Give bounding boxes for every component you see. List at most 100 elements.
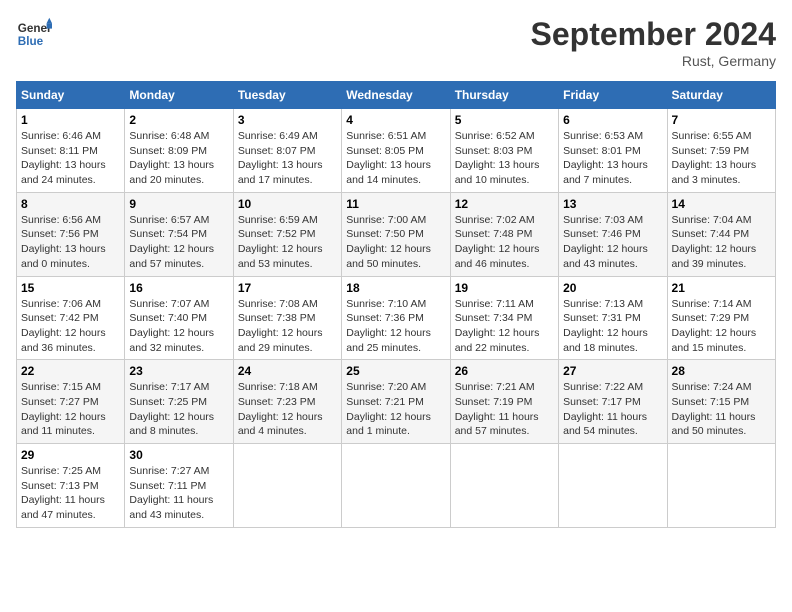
calendar-week-1: 1Sunrise: 6:46 AMSunset: 8:11 PMDaylight… bbox=[17, 109, 776, 193]
day-info: Sunrise: 7:14 AMSunset: 7:29 PMDaylight:… bbox=[672, 297, 771, 356]
calendar-cell: 29Sunrise: 7:25 AMSunset: 7:13 PMDayligh… bbox=[17, 444, 125, 528]
day-number: 24 bbox=[238, 364, 337, 378]
day-info: Sunrise: 7:08 AMSunset: 7:38 PMDaylight:… bbox=[238, 297, 337, 356]
day-info: Sunrise: 7:24 AMSunset: 7:15 PMDaylight:… bbox=[672, 380, 771, 439]
calendar-cell: 21 Sunrise: 7:14 AMSunset: 7:29 PMDayligh… bbox=[667, 276, 775, 360]
day-number: 6 bbox=[563, 113, 662, 127]
calendar-cell: 16 Sunrise: 7:07 AMSunset: 7:40 PMDayligh… bbox=[125, 276, 233, 360]
day-info: Sunrise: 7:02 AMSunset: 7:48 PMDaylight:… bbox=[455, 213, 554, 272]
weekday-header-sunday: Sunday bbox=[17, 82, 125, 109]
calendar-cell bbox=[233, 444, 341, 528]
calendar-cell: 10 Sunrise: 6:59 AMSunset: 7:52 PMDayligh… bbox=[233, 192, 341, 276]
svg-text:Blue: Blue bbox=[18, 35, 44, 48]
calendar-cell: 2 Sunrise: 6:48 AMSunset: 8:09 PMDaylight… bbox=[125, 109, 233, 193]
day-number: 25 bbox=[346, 364, 445, 378]
calendar-cell: 8 Sunrise: 6:56 AMSunset: 7:56 PMDaylight… bbox=[17, 192, 125, 276]
day-info: Sunrise: 7:18 AMSunset: 7:23 PMDaylight:… bbox=[238, 380, 337, 439]
calendar-cell: 20 Sunrise: 7:13 AMSunset: 7:31 PMDayligh… bbox=[559, 276, 667, 360]
day-number: 11 bbox=[346, 197, 445, 211]
calendar-cell: 6 Sunrise: 6:53 AMSunset: 8:01 PMDaylight… bbox=[559, 109, 667, 193]
day-number: 4 bbox=[346, 113, 445, 127]
calendar-cell bbox=[559, 444, 667, 528]
day-info: Sunrise: 6:57 AMSunset: 7:54 PMDaylight:… bbox=[129, 213, 228, 272]
calendar-cell: 7 Sunrise: 6:55 AMSunset: 7:59 PMDaylight… bbox=[667, 109, 775, 193]
day-number: 30 bbox=[129, 448, 228, 462]
calendar-cell: 18Sunrise: 7:10 AMSunset: 7:36 PMDayligh… bbox=[342, 276, 450, 360]
day-info: Sunrise: 6:59 AMSunset: 7:52 PMDaylight:… bbox=[238, 213, 337, 272]
calendar-cell: 22Sunrise: 7:15 AMSunset: 7:27 PMDayligh… bbox=[17, 360, 125, 444]
day-number: 16 bbox=[129, 281, 228, 295]
day-info: Sunrise: 7:06 AMSunset: 7:42 PMDaylight:… bbox=[21, 297, 120, 356]
calendar-cell: 9Sunrise: 6:57 AMSunset: 7:54 PMDaylight… bbox=[125, 192, 233, 276]
day-info: Sunrise: 7:11 AMSunset: 7:34 PMDaylight:… bbox=[455, 297, 554, 356]
calendar-week-5: 29Sunrise: 7:25 AMSunset: 7:13 PMDayligh… bbox=[17, 444, 776, 528]
day-info: Sunrise: 7:15 AMSunset: 7:27 PMDaylight:… bbox=[21, 380, 120, 439]
calendar-cell: 1Sunrise: 6:46 AMSunset: 8:11 PMDaylight… bbox=[17, 109, 125, 193]
day-number: 28 bbox=[672, 364, 771, 378]
day-info: Sunrise: 6:48 AMSunset: 8:09 PMDaylight:… bbox=[129, 129, 228, 188]
day-info: Sunrise: 6:56 AMSunset: 7:56 PMDaylight:… bbox=[21, 213, 120, 272]
weekday-header-friday: Friday bbox=[559, 82, 667, 109]
calendar-cell: 14Sunrise: 7:04 AMSunset: 7:44 PMDayligh… bbox=[667, 192, 775, 276]
day-info: Sunrise: 7:00 AMSunset: 7:50 PMDaylight:… bbox=[346, 213, 445, 272]
weekday-header-thursday: Thursday bbox=[450, 82, 558, 109]
calendar-cell: 13Sunrise: 7:03 AMSunset: 7:46 PMDayligh… bbox=[559, 192, 667, 276]
calendar-cell: 30 Sunrise: 7:27 AMSunset: 7:11 PMDayligh… bbox=[125, 444, 233, 528]
day-info: Sunrise: 7:27 AMSunset: 7:11 PMDaylight:… bbox=[129, 464, 228, 523]
calendar-cell: 12 Sunrise: 7:02 AMSunset: 7:48 PMDayligh… bbox=[450, 192, 558, 276]
day-number: 1 bbox=[21, 113, 120, 127]
day-info: Sunrise: 7:13 AMSunset: 7:31 PMDaylight:… bbox=[563, 297, 662, 356]
calendar-week-2: 8 Sunrise: 6:56 AMSunset: 7:56 PMDaylight… bbox=[17, 192, 776, 276]
weekday-header-wednesday: Wednesday bbox=[342, 82, 450, 109]
calendar-cell: 24 Sunrise: 7:18 AMSunset: 7:23 PMDayligh… bbox=[233, 360, 341, 444]
logo: General Blue bbox=[16, 16, 52, 52]
day-info: Sunrise: 7:20 AMSunset: 7:21 PMDaylight:… bbox=[346, 380, 445, 439]
page-header: General Blue September 2024 Rust, German… bbox=[16, 16, 776, 69]
calendar-cell: 27 Sunrise: 7:22 AMSunset: 7:17 PMDayligh… bbox=[559, 360, 667, 444]
day-info: Sunrise: 6:49 AMSunset: 8:07 PMDaylight:… bbox=[238, 129, 337, 188]
day-number: 3 bbox=[238, 113, 337, 127]
calendar-week-3: 15 Sunrise: 7:06 AMSunset: 7:42 PMDayligh… bbox=[17, 276, 776, 360]
day-number: 27 bbox=[563, 364, 662, 378]
day-info: Sunrise: 7:17 AMSunset: 7:25 PMDaylight:… bbox=[129, 380, 228, 439]
day-info: Sunrise: 6:53 AMSunset: 8:01 PMDaylight:… bbox=[563, 129, 662, 188]
calendar-cell: 28 Sunrise: 7:24 AMSunset: 7:15 PMDayligh… bbox=[667, 360, 775, 444]
day-number: 17 bbox=[238, 281, 337, 295]
calendar-cell bbox=[342, 444, 450, 528]
day-info: Sunrise: 7:22 AMSunset: 7:17 PMDaylight:… bbox=[563, 380, 662, 439]
day-info: Sunrise: 6:52 AMSunset: 8:03 PMDaylight:… bbox=[455, 129, 554, 188]
day-info: Sunrise: 7:04 AMSunset: 7:44 PMDaylight:… bbox=[672, 213, 771, 272]
calendar-cell bbox=[667, 444, 775, 528]
month-year-title: September 2024 bbox=[531, 16, 776, 53]
day-info: Sunrise: 6:55 AMSunset: 7:59 PMDaylight:… bbox=[672, 129, 771, 188]
day-number: 18 bbox=[346, 281, 445, 295]
calendar-cell: 11 Sunrise: 7:00 AMSunset: 7:50 PMDayligh… bbox=[342, 192, 450, 276]
day-info: Sunrise: 7:07 AMSunset: 7:40 PMDaylight:… bbox=[129, 297, 228, 356]
day-info: Sunrise: 7:21 AMSunset: 7:19 PMDaylight:… bbox=[455, 380, 554, 439]
day-number: 8 bbox=[21, 197, 120, 211]
day-number: 15 bbox=[21, 281, 120, 295]
day-number: 26 bbox=[455, 364, 554, 378]
title-block: September 2024 Rust, Germany bbox=[531, 16, 776, 69]
calendar-cell: 26 Sunrise: 7:21 AMSunset: 7:19 PMDayligh… bbox=[450, 360, 558, 444]
day-number: 21 bbox=[672, 281, 771, 295]
calendar-cell: 15 Sunrise: 7:06 AMSunset: 7:42 PMDayligh… bbox=[17, 276, 125, 360]
calendar-table: SundayMondayTuesdayWednesdayThursdayFrid… bbox=[16, 81, 776, 528]
day-number: 2 bbox=[129, 113, 228, 127]
day-number: 19 bbox=[455, 281, 554, 295]
calendar-cell: 17 Sunrise: 7:08 AMSunset: 7:38 PMDayligh… bbox=[233, 276, 341, 360]
day-number: 12 bbox=[455, 197, 554, 211]
day-info: Sunrise: 6:51 AMSunset: 8:05 PMDaylight:… bbox=[346, 129, 445, 188]
day-info: Sunrise: 7:03 AMSunset: 7:46 PMDaylight:… bbox=[563, 213, 662, 272]
day-number: 5 bbox=[455, 113, 554, 127]
day-number: 29 bbox=[21, 448, 120, 462]
day-number: 7 bbox=[672, 113, 771, 127]
calendar-cell: 19 Sunrise: 7:11 AMSunset: 7:34 PMDayligh… bbox=[450, 276, 558, 360]
day-number: 10 bbox=[238, 197, 337, 211]
weekday-header-tuesday: Tuesday bbox=[233, 82, 341, 109]
location-label: Rust, Germany bbox=[531, 53, 776, 69]
calendar-cell: 23 Sunrise: 7:17 AMSunset: 7:25 PMDayligh… bbox=[125, 360, 233, 444]
day-number: 20 bbox=[563, 281, 662, 295]
calendar-week-4: 22Sunrise: 7:15 AMSunset: 7:27 PMDayligh… bbox=[17, 360, 776, 444]
day-number: 23 bbox=[129, 364, 228, 378]
